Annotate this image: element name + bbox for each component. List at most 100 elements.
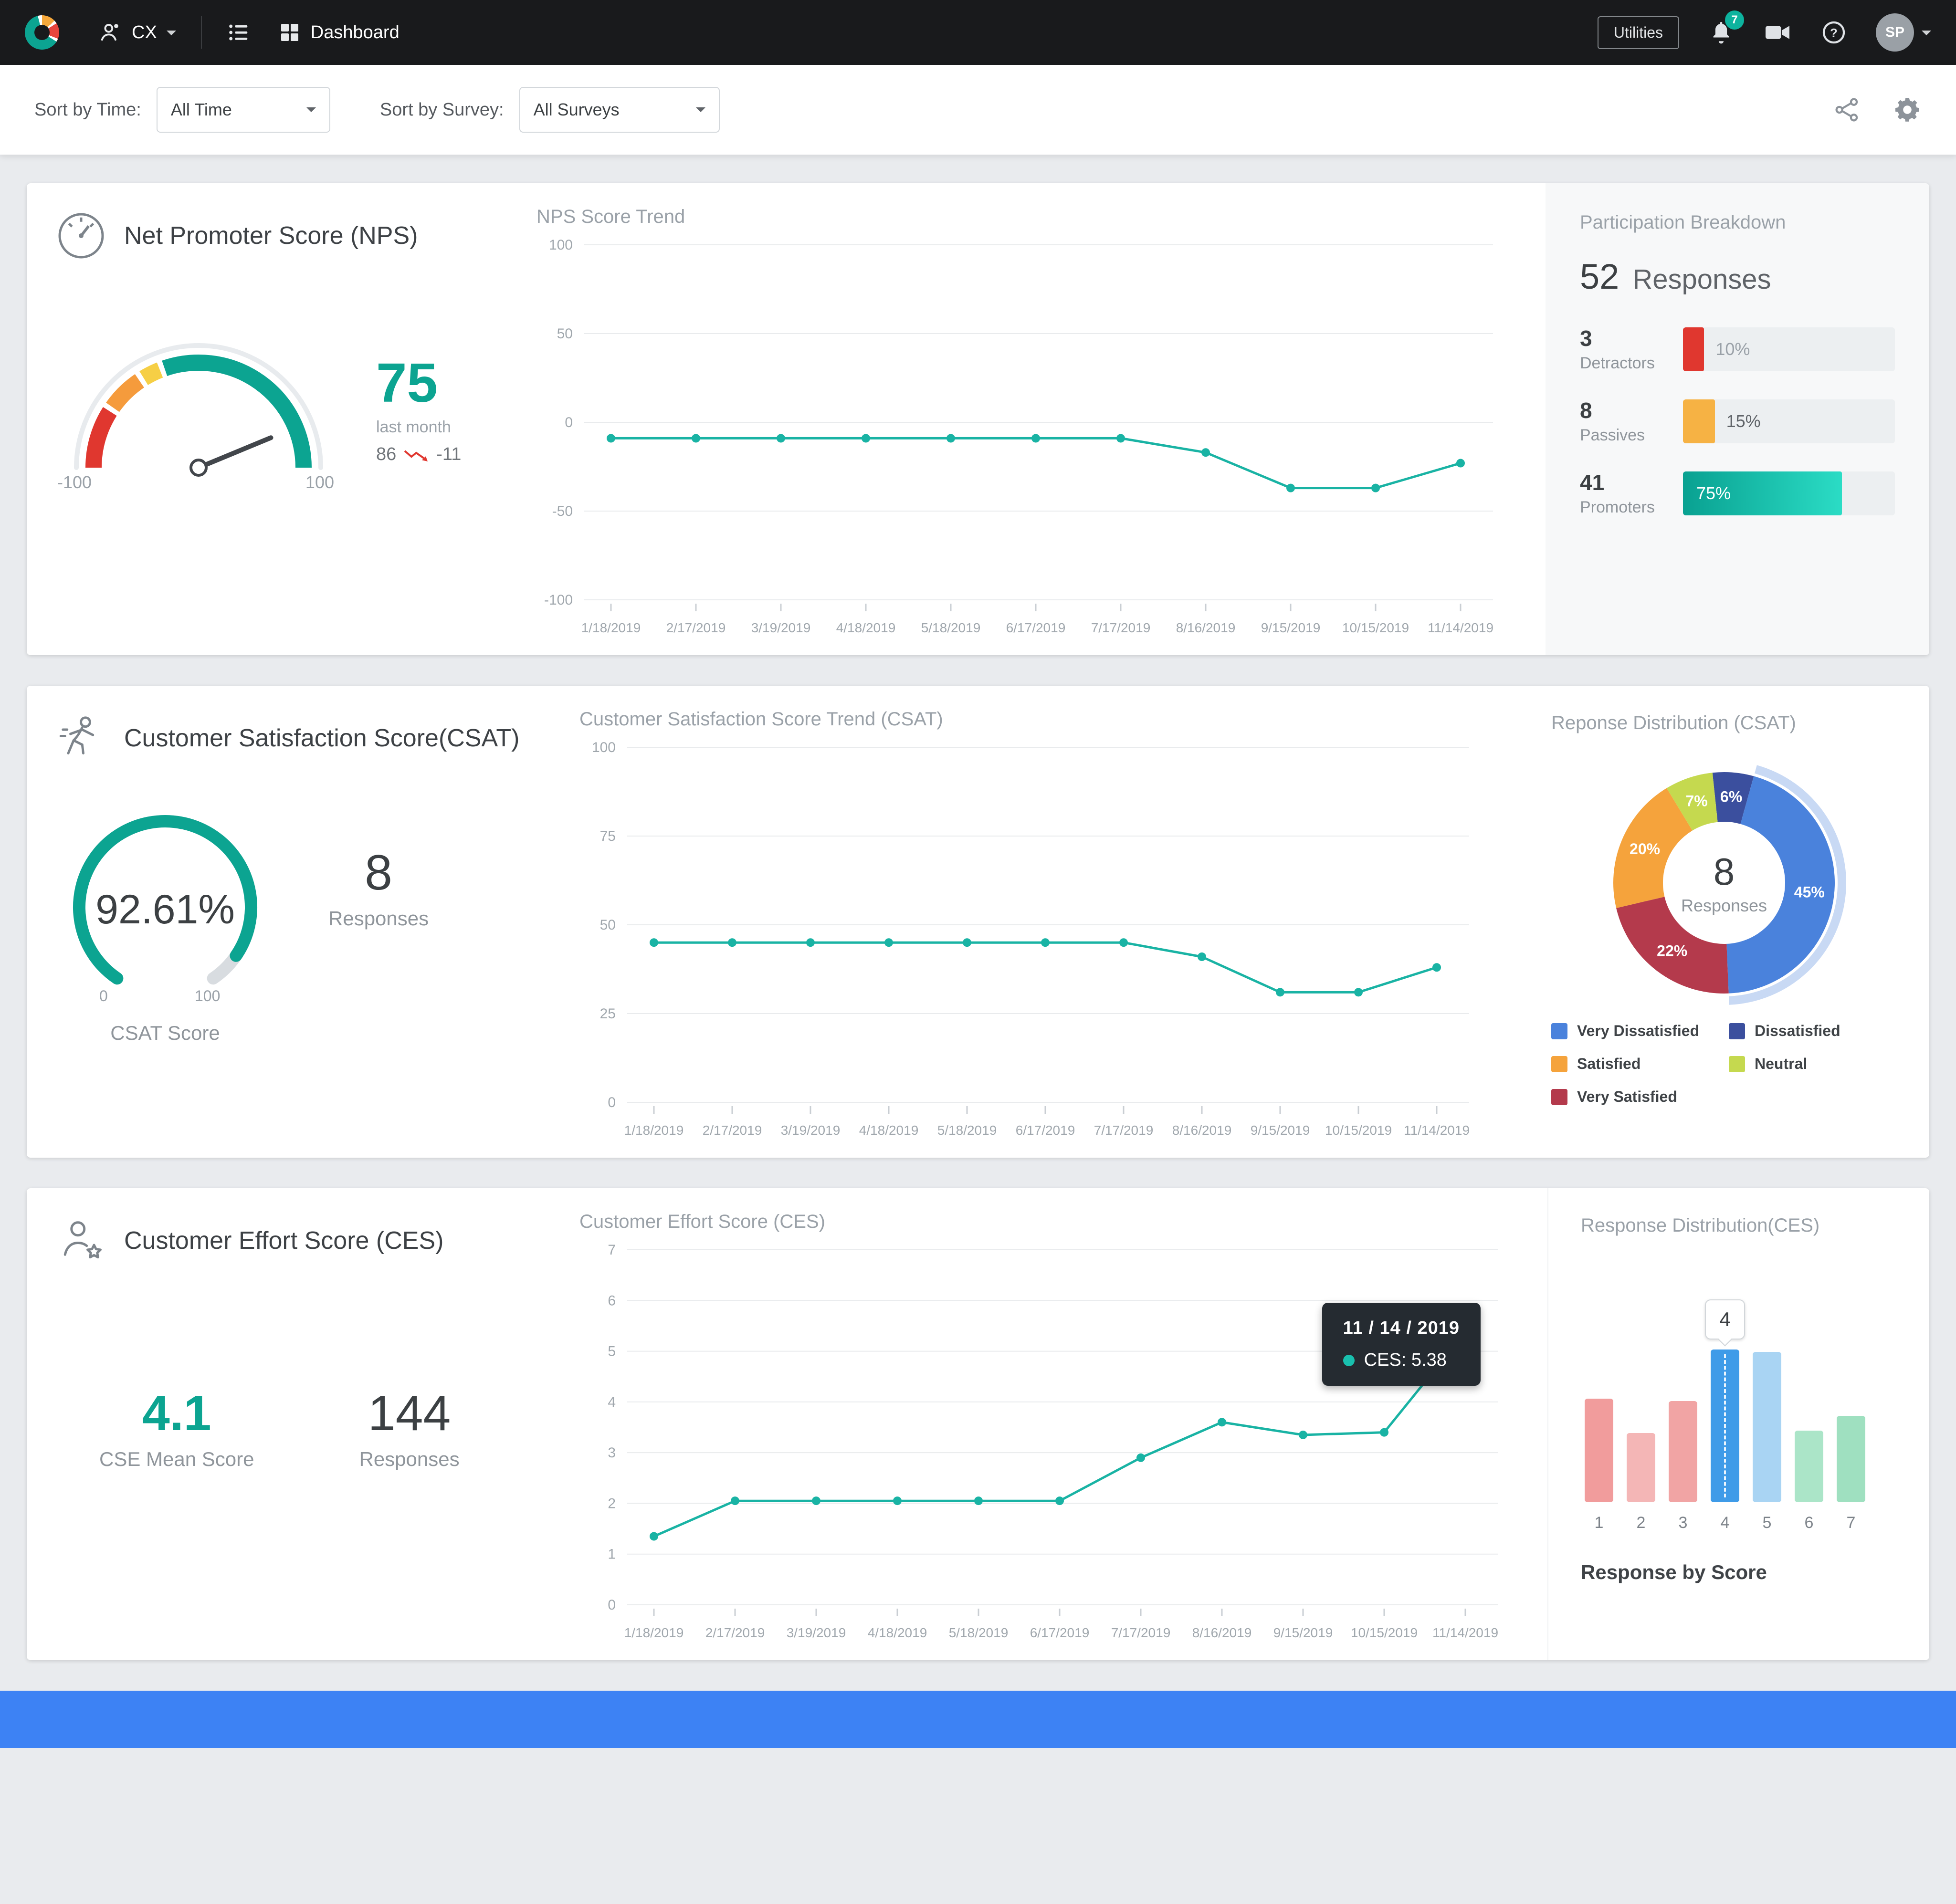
ces-person-star-icon: [55, 1215, 107, 1266]
svg-text:1/18/2019: 1/18/2019: [624, 1625, 684, 1640]
bar[interactable]: [1795, 1431, 1823, 1502]
svg-text:0: 0: [608, 1095, 616, 1110]
share-button[interactable]: [1834, 96, 1861, 123]
legend-item[interactable]: Very Satisfied: [1551, 1088, 1719, 1106]
svg-text:2/17/2019: 2/17/2019: [705, 1625, 765, 1640]
participation-count: 3: [1580, 325, 1683, 351]
nps-delta-value: -11: [436, 444, 461, 465]
participation-row: 8 Passives 15%: [1580, 398, 1895, 445]
participation-row: 41 Promoters 75%: [1580, 470, 1895, 517]
gauge-min-label: -100: [57, 472, 92, 492]
user-menu[interactable]: SP: [1876, 13, 1931, 52]
ring-max-label: 100: [195, 987, 220, 1005]
csat-responses-label: Responses: [328, 907, 429, 930]
svg-text:0: 0: [565, 415, 573, 430]
ces-title: Customer Effort Score (CES): [124, 1226, 443, 1255]
participation-count: 8: [1580, 398, 1683, 423]
bar[interactable]: [1837, 1416, 1865, 1502]
bar-column[interactable]: 2: [1627, 1433, 1655, 1532]
csat-trend-chart[interactable]: 10075502501/18/20192/17/20193/19/20194/1…: [572, 732, 1488, 1152]
utilities-button[interactable]: Utilities: [1598, 16, 1679, 49]
svg-text:9/15/2019: 9/15/2019: [1261, 620, 1321, 635]
bar-column[interactable]: 5: [1753, 1352, 1781, 1532]
svg-text:7/17/2019: 7/17/2019: [1111, 1625, 1171, 1640]
svg-text:50: 50: [600, 917, 616, 933]
chevron-down-icon: [306, 107, 316, 117]
svg-text:4: 4: [608, 1394, 616, 1410]
video-camera-icon: [1763, 18, 1792, 47]
nav-divider: [201, 16, 202, 49]
participation-panel: Participation Breakdown 52 Responses 3 D…: [1546, 183, 1929, 655]
bar[interactable]: [1627, 1433, 1655, 1502]
legend-item[interactable]: Dissatisfied: [1729, 1022, 1897, 1040]
nps-period-label: last month: [376, 418, 461, 437]
svg-text:7: 7: [608, 1242, 616, 1258]
participation-percent: 10%: [1715, 339, 1750, 359]
sort-by-survey-label: Sort by Survey:: [380, 100, 504, 120]
bar-column[interactable]: 44: [1711, 1350, 1739, 1532]
workspace-switcher[interactable]: CX: [84, 0, 189, 65]
participation-percent: 75%: [1696, 483, 1731, 503]
bar-column[interactable]: 7: [1837, 1416, 1865, 1532]
bar-x-label: 5: [1763, 1514, 1772, 1532]
bar[interactable]: [1669, 1401, 1697, 1502]
svg-text:6/17/2019: 6/17/2019: [1006, 620, 1066, 635]
participation-count: 41: [1580, 470, 1683, 495]
svg-text:2: 2: [608, 1496, 616, 1511]
participation-label: Passives: [1580, 426, 1683, 445]
gauge-max-label: 100: [305, 472, 334, 492]
avatar: SP: [1876, 13, 1914, 52]
csat-ring-chart: 92.61% 0 100 CSAT Score: [55, 806, 275, 1045]
bar-column[interactable]: 3: [1669, 1401, 1697, 1532]
nps-card: Net Promoter Score (NPS) -100 100 75 las…: [27, 183, 1929, 655]
settings-gear-icon: [1893, 95, 1922, 124]
svg-text:7%: 7%: [1685, 792, 1707, 809]
svg-text:11/14/2019: 11/14/2019: [1404, 1123, 1470, 1138]
settings-button[interactable]: [1893, 95, 1922, 124]
csat-legend: Very Dissatisfied Dissatisfied Satisfied Ne…: [1551, 1022, 1897, 1106]
svg-text:6: 6: [608, 1293, 616, 1308]
bar[interactable]: [1753, 1352, 1781, 1502]
csat-donut-chart[interactable]: 6%45%22%20%7% 8 Responses: [1600, 759, 1848, 1007]
survey-filter-select[interactable]: All Surveys: [519, 87, 720, 133]
svg-text:2/17/2019: 2/17/2019: [703, 1123, 762, 1138]
legend-swatch-icon: [1729, 1056, 1745, 1072]
nav-dashboard[interactable]: Dashboard: [265, 0, 413, 65]
legend-swatch-icon: [1729, 1023, 1745, 1039]
ces-distribution-title: Response Distribution(CES): [1581, 1215, 1897, 1236]
filter-bar: Sort by Time: All Time Sort by Survey: A…: [0, 65, 1956, 155]
list-view-button[interactable]: [213, 0, 265, 65]
tooltip-value: CES: 5.38: [1364, 1350, 1447, 1370]
video-button[interactable]: [1763, 18, 1792, 47]
svg-text:50: 50: [557, 326, 573, 342]
svg-text:9/15/2019: 9/15/2019: [1251, 1123, 1310, 1138]
legend-item[interactable]: Neutral: [1729, 1055, 1897, 1073]
svg-text:5: 5: [608, 1344, 616, 1360]
bar[interactable]: [1585, 1399, 1613, 1502]
svg-text:11/14/2019: 11/14/2019: [1428, 620, 1493, 635]
help-button[interactable]: ?: [1820, 19, 1847, 46]
svg-text:20%: 20%: [1630, 840, 1660, 858]
svg-text:7/17/2019: 7/17/2019: [1091, 620, 1151, 635]
svg-text:100: 100: [549, 237, 573, 253]
workspace-name: CX: [132, 22, 157, 43]
svg-text:?: ?: [1830, 27, 1838, 40]
ces-bar-chart[interactable]: 1 2 344 5 67: [1581, 1341, 1897, 1532]
legend-item[interactable]: Very Dissatisfied: [1551, 1022, 1719, 1040]
survey-filter-value: All Surveys: [534, 100, 620, 120]
bar-column[interactable]: 1: [1585, 1399, 1613, 1532]
svg-text:-50: -50: [552, 503, 573, 519]
time-filter-select[interactable]: All Time: [157, 87, 330, 133]
app-logo-icon[interactable]: [25, 15, 59, 50]
svg-text:0: 0: [608, 1597, 616, 1613]
nps-trend-chart[interactable]: 100500-50-1001/18/20192/17/20193/19/2019…: [529, 230, 1512, 649]
bar[interactable]: [1711, 1350, 1739, 1502]
trend-down-icon: [404, 447, 429, 462]
svg-text:4/18/2019: 4/18/2019: [868, 1625, 927, 1640]
bar-x-label: 2: [1637, 1514, 1646, 1532]
bar-column[interactable]: 6: [1795, 1431, 1823, 1532]
ces-trend-chart[interactable]: 765432101/18/20192/17/20193/19/20194/18/…: [572, 1234, 1517, 1654]
notifications-button[interactable]: 7: [1708, 19, 1735, 46]
legend-item[interactable]: Satisfied: [1551, 1055, 1719, 1073]
nps-gauge-icon: [55, 210, 107, 262]
